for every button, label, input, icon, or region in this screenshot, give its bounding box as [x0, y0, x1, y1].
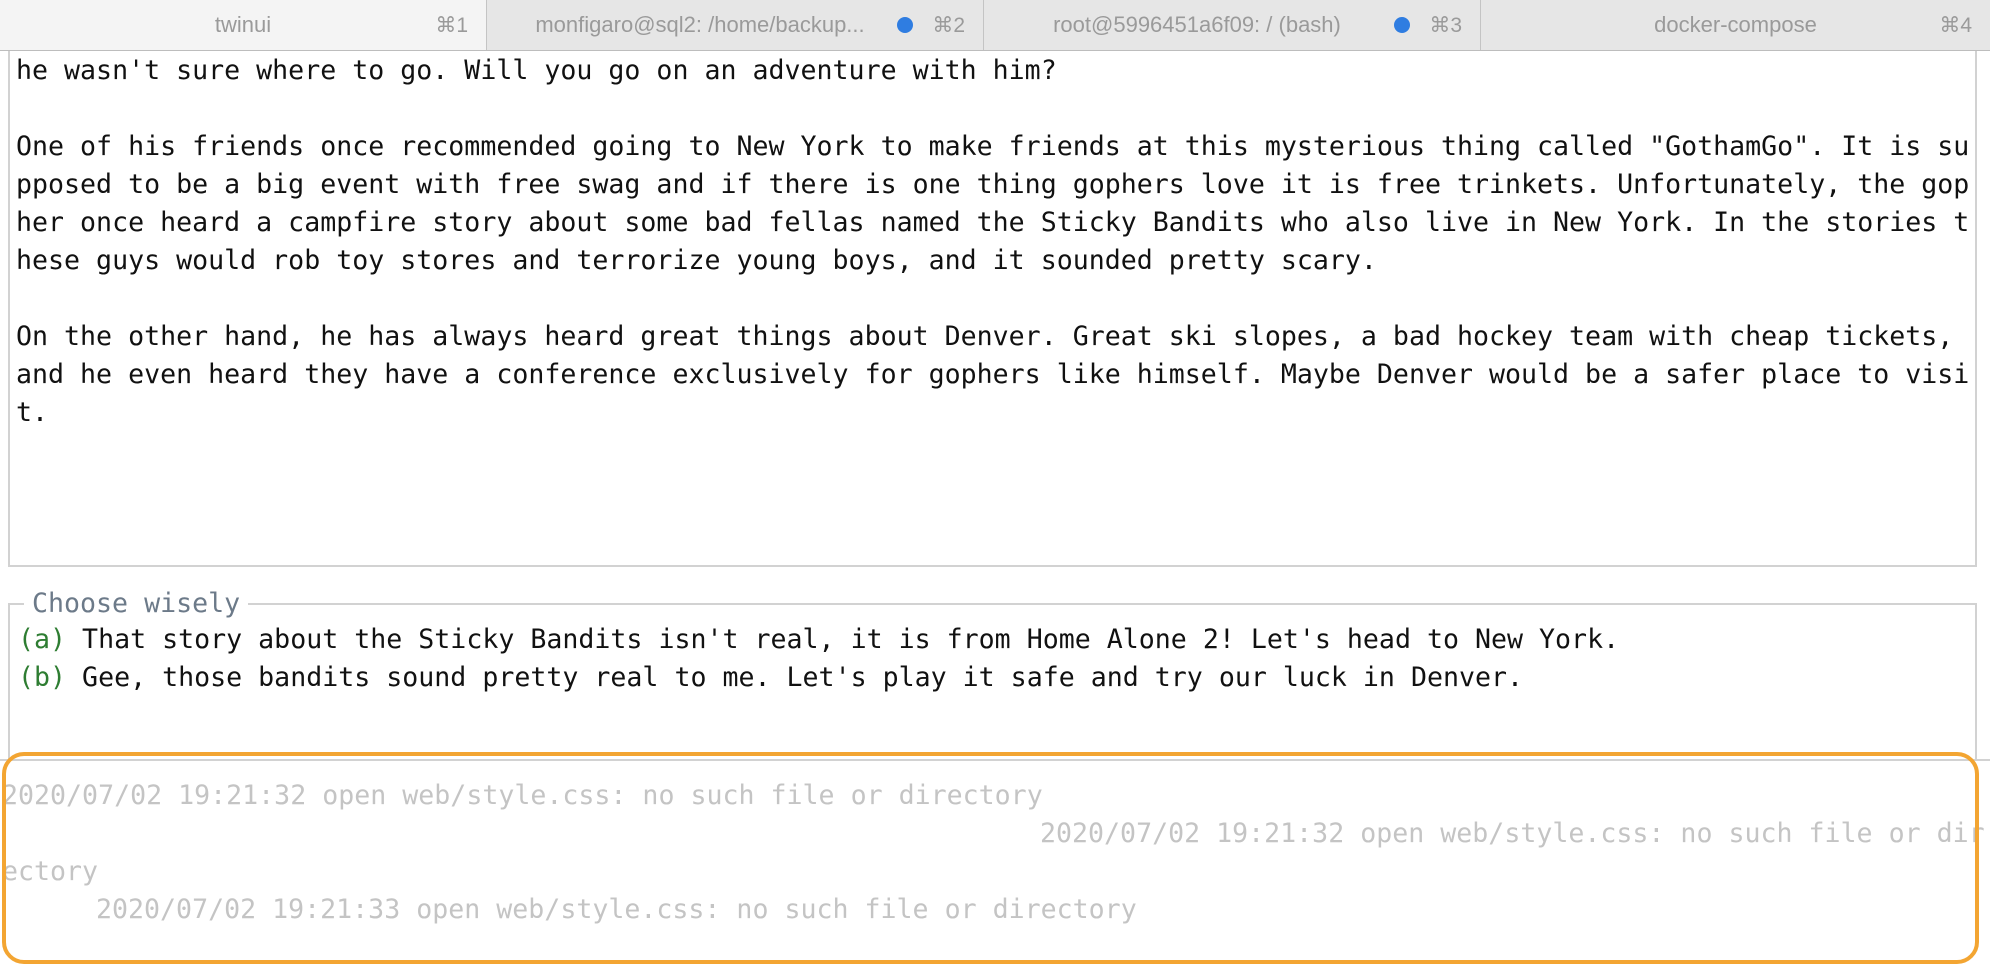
choice-key: (b) [18, 662, 67, 693]
tab-title: twinui [214, 12, 272, 37]
choice-text: That story about the Sticky Bandits isn'… [66, 624, 1620, 655]
choice-list: (a) That story about the Sticky Bandits … [18, 621, 1619, 697]
tab-title: monfigaro@sql2: /home/backup... [535, 12, 865, 37]
tab-docker-compose[interactable]: docker-compose ⌘4 [1481, 0, 1990, 50]
log-line: 2020/07/02 19:21:33 open web/style.css: … [96, 894, 1137, 925]
log-line: 2020/07/02 19:21:32 open web/style.css: … [2, 780, 1043, 811]
activity-dot-icon [897, 17, 913, 33]
story-text: he wasn't sure where to go. Will you go … [16, 52, 1975, 432]
log-pane[interactable]: 2020/07/02 19:21:32 open web/style.css: … [0, 759, 1990, 959]
log-line: 2020/07/02 19:21:32 open web/style.css: … [1040, 818, 1985, 849]
activity-dot-icon [1394, 17, 1410, 33]
story-line: One of his friends once recommended goin… [16, 131, 1970, 162]
tab-shortcut: ⌘3 [1429, 13, 1462, 37]
story-line: hese guys would rob toy stores and terro… [16, 245, 1377, 276]
tab-bar: twinui ⌘1 monfigaro@sql2: /home/backup..… [0, 0, 1990, 51]
tab-twinui[interactable]: twinui ⌘1 [0, 0, 487, 50]
story-line: and he even heard they have a conference… [16, 359, 1970, 390]
tab-shortcut: ⌘4 [1939, 13, 1972, 37]
tab-title: root@5996451a6f09: / (bash) [1053, 12, 1341, 37]
story-line: he wasn't sure where to go. Will you go … [16, 55, 1057, 86]
story-line: her once heard a campfire story about so… [16, 207, 1970, 238]
tab-root-bash[interactable]: root@5996451a6f09: / (bash) ⌘3 [984, 0, 1481, 50]
tab-shortcut: ⌘2 [932, 13, 965, 37]
tab-shortcut: ⌘1 [435, 13, 468, 37]
log-line: ectory [2, 856, 99, 887]
tab-title: docker-compose [1654, 12, 1817, 37]
story-pane[interactable]: he wasn't sure where to go. Will you go … [8, 51, 1977, 567]
choice-option-a[interactable]: (a) That story about the Sticky Bandits … [18, 621, 1619, 659]
choice-box-title: Choose wisely [24, 586, 249, 622]
choice-option-b[interactable]: (b) Gee, those bandits sound pretty real… [18, 659, 1619, 697]
choice-box: Choose wisely (a) That story about the S… [8, 586, 1977, 759]
story-line: On the other hand, he has always heard g… [16, 321, 1954, 352]
story-line: t. [16, 397, 49, 428]
choice-key: (a) [18, 624, 67, 655]
story-line: pposed to be a big event with free swag … [16, 169, 1970, 200]
choice-text: Gee, those bandits sound pretty real to … [66, 662, 1524, 693]
tab-monfigaro-sql2[interactable]: monfigaro@sql2: /home/backup... ⌘2 [487, 0, 984, 50]
